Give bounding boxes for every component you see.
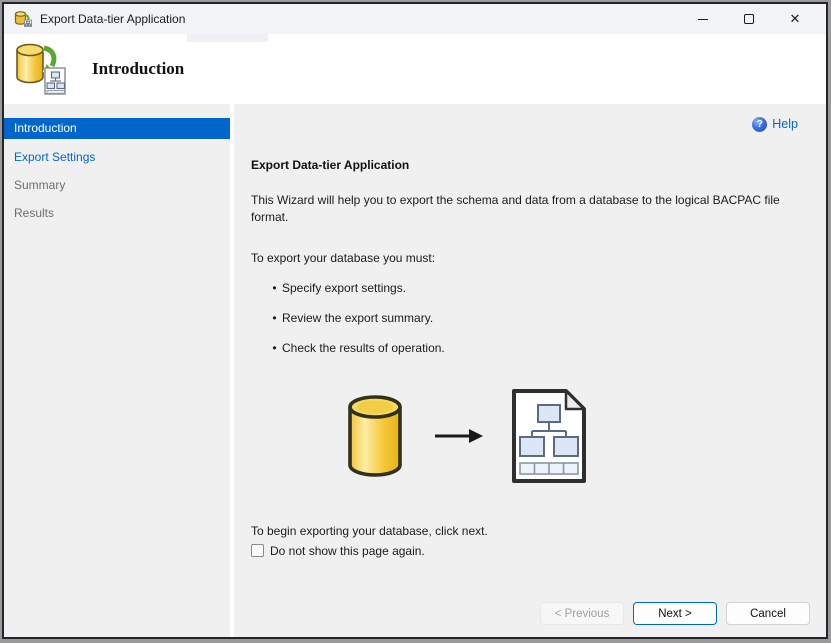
close-button[interactable]: ✕	[772, 4, 818, 34]
next-button[interactable]: Next >	[633, 602, 717, 625]
list-item: • Check the results of operation.	[251, 341, 826, 355]
help-link[interactable]: ? Help	[251, 116, 798, 132]
footer-note: To begin exporting your database, click …	[251, 523, 488, 538]
export-dac-wizard-icon	[14, 41, 70, 97]
content-panel: ? Help Export Data-tier Application This…	[234, 104, 826, 637]
sidebar-item-introduction[interactable]: Introduction	[4, 118, 230, 139]
window-controls: ✕	[680, 4, 818, 34]
bullet-icon: •	[272, 280, 277, 295]
list-item: • Review the export summary.	[251, 311, 826, 325]
bullet-icon: •	[272, 310, 277, 325]
content-heading: Export Data-tier Application	[251, 158, 410, 172]
sidebar-item-summary: Summary	[14, 178, 66, 192]
bullet-text: Specify export settings.	[282, 280, 407, 295]
close-icon: ✕	[789, 11, 801, 26]
help-icon: ?	[752, 116, 768, 132]
titlebar: Export Data-tier Application ✕	[4, 4, 826, 42]
app-database-export-icon	[14, 11, 32, 28]
help-label: Help	[772, 117, 798, 131]
requirements-label: To export your database you must:	[251, 250, 436, 265]
maximize-icon	[744, 14, 754, 24]
cancel-button[interactable]: Cancel	[726, 602, 810, 625]
page-title: Introduction	[92, 59, 185, 78]
bullet-icon: •	[272, 340, 277, 355]
bullet-text: Review the export summary.	[282, 310, 434, 325]
export-illustration	[346, 387, 826, 490]
dont-show-again-row: Do not show this page again.	[251, 544, 826, 558]
wizard-body: Introduction Export Settings Summary Res…	[4, 104, 826, 637]
bullet-text: Check the results of operation.	[282, 340, 445, 355]
wizard-steps-sidebar: Introduction Export Settings Summary Res…	[4, 104, 230, 637]
wizard-header: Introduction	[4, 34, 826, 104]
arrow-right-icon	[434, 426, 484, 451]
window-title: Export Data-tier Application	[40, 12, 186, 26]
maximize-button[interactable]	[726, 4, 772, 34]
bacpac-document-icon	[510, 387, 588, 490]
wizard-buttons: < Previous Next > Cancel	[540, 602, 810, 625]
sidebar-item-results: Results	[14, 206, 55, 220]
requirements-list: • Specify export settings. • Review the …	[251, 281, 826, 355]
sidebar-item-export-settings[interactable]: Export Settings	[4, 147, 230, 167]
export-wizard-dialog: Export Data-tier Application ✕ Introduct…	[2, 2, 828, 639]
minimize-icon	[698, 18, 708, 20]
checkbox-label: Do not show this page again.	[270, 543, 425, 558]
minimize-button[interactable]	[680, 4, 726, 34]
list-item: • Specify export settings.	[251, 281, 826, 295]
database-cylinder-icon	[346, 394, 404, 483]
titlebar-tab-artifact	[187, 34, 268, 42]
intro-paragraph: This Wizard will help you to export the …	[251, 193, 780, 225]
previous-button: < Previous	[540, 602, 624, 625]
dont-show-again-checkbox[interactable]	[251, 544, 264, 558]
